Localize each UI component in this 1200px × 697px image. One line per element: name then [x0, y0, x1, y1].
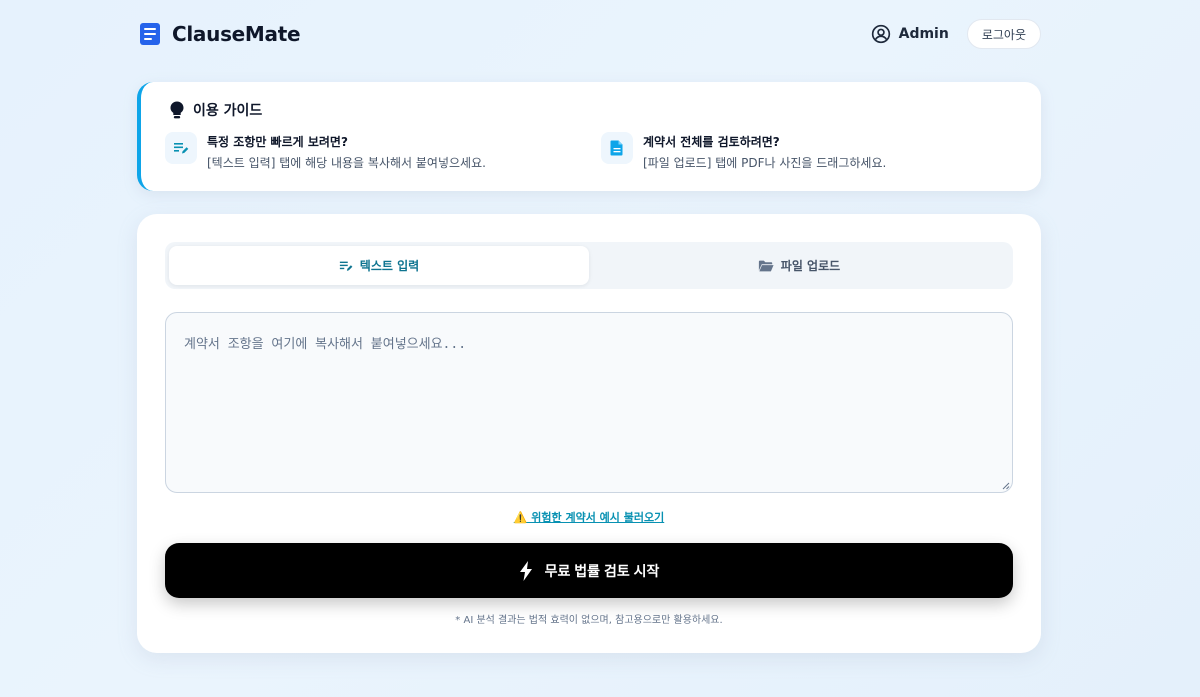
- header-actions: Admin 로그아웃: [871, 19, 1041, 49]
- guide-title: 이용 가이드: [169, 100, 262, 120]
- document-logo-icon: [140, 23, 160, 45]
- guide-title-text: 이용 가이드: [193, 103, 263, 119]
- guide-tip-text: 특정 조항만 빠르게 보려면? [텍스트 입력] 탭에 해당 내용을 복사해서 …: [165, 132, 486, 173]
- guide-tip-file: 계약서 전체를 검토하려면? [파일 업로드] 탭에 PDF나 사진을 드래그하…: [601, 132, 886, 173]
- user-menu[interactable]: Admin: [871, 24, 949, 44]
- edit-note-icon: [339, 261, 353, 271]
- edit-note-icon: [174, 143, 189, 154]
- start-review-button[interactable]: 무료 법률 검토 시작: [165, 543, 1013, 598]
- tip-description: [파일 업로드] 탭에 PDF나 사진을 드래그하세요.: [643, 156, 887, 170]
- top-header: ClauseMate Admin 로그아웃: [138, 16, 1041, 52]
- brand-name: ClauseMate: [172, 22, 301, 46]
- logout-button[interactable]: 로그아웃: [966, 19, 1041, 49]
- brand[interactable]: ClauseMate: [138, 22, 301, 46]
- load-example-link[interactable]: ⚠️ 위험한 계약서 예시 불러오기: [137, 509, 1041, 525]
- tip-icon-box: [601, 132, 633, 164]
- tab-label: 텍스트 입력: [359, 259, 420, 273]
- review-card: 텍스트 입력 파일 업로드 ⚠️ 위험한 계약서 예시 불러오기 무료 법률 검…: [137, 214, 1041, 653]
- folder-open-icon: [758, 260, 774, 271]
- disclaimer-text: * AI 분석 결과는 법적 효력이 없으며, 참고용으로만 활용하세요.: [455, 615, 723, 626]
- resize-handle-icon[interactable]: [1002, 482, 1010, 490]
- tip-description: [텍스트 입력] 탭에 해당 내용을 복사해서 붙여넣으세요.: [207, 156, 486, 170]
- tab-text-input[interactable]: 텍스트 입력: [169, 246, 589, 285]
- input-mode-tabs: 텍스트 입력 파일 업로드: [165, 242, 1013, 289]
- start-review-label: 무료 법률 검토 시작: [544, 562, 660, 579]
- tip-icon-box: [165, 132, 197, 164]
- document-icon: [610, 140, 623, 156]
- contract-text-input[interactable]: [165, 312, 1013, 493]
- tip-title: 계약서 전체를 검토하려면?: [643, 135, 780, 149]
- tab-file-upload[interactable]: 파일 업로드: [589, 246, 1009, 285]
- user-name: Admin: [898, 26, 949, 42]
- tip-title: 특정 조항만 빠르게 보려면?: [207, 135, 348, 149]
- lightbulb-icon: [170, 101, 184, 119]
- tab-label: 파일 업로드: [780, 259, 841, 273]
- user-circle-icon: [871, 24, 890, 44]
- usage-guide-card: 이용 가이드 특정 조항만 빠르게 보려면? [텍스트 입력] 탭에 해당 내용…: [137, 82, 1041, 191]
- lightning-icon: [519, 560, 532, 581]
